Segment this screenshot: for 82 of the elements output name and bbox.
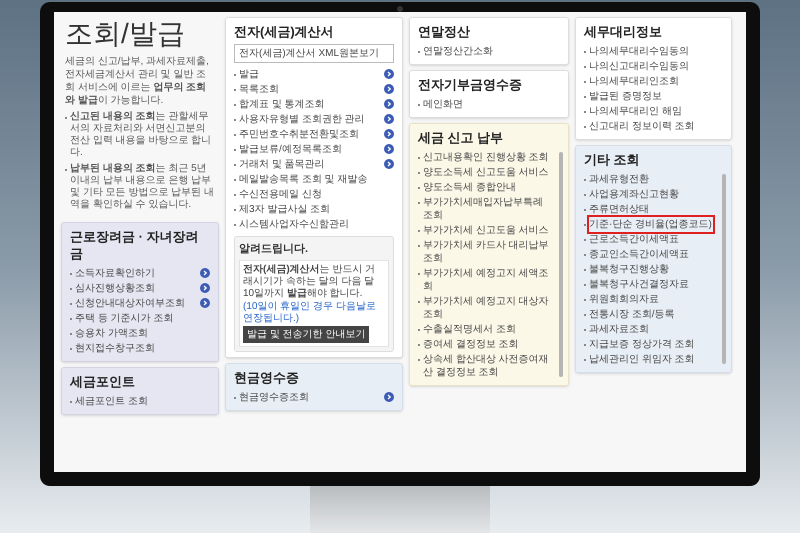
menu-link[interactable]: 현금영수증조회 [239, 390, 381, 404]
menu-link[interactable]: 위원회회의자료 [589, 292, 713, 307]
menu-link[interactable]: 수신전용메일 신청 [239, 187, 394, 202]
menu-link[interactable]: 종교인소득간이세액표 [589, 247, 713, 262]
menu-link[interactable]: 과세자료조회 [589, 322, 713, 337]
menu-link[interactable]: 제3자 발급사실 조회 [239, 202, 394, 217]
menu-link[interactable]: 소득자료확인하기 [75, 266, 197, 281]
menu-link[interactable]: 심사진행상황조회 [75, 281, 197, 296]
menu-link[interactable]: 신청안내대상자여부조회 [75, 296, 197, 311]
menu-link[interactable]: 과세유형전환 [589, 172, 713, 187]
menu-link[interactable]: 양도소득세 신고도움 서비스 [423, 165, 550, 180]
menu-link[interactable]: 기준·단순 경비율(업종코드) [589, 217, 713, 232]
card-title: 전자(세금)계산서 [234, 23, 335, 40]
menu-link[interactable]: 발급보류/예정목록조회 [239, 142, 381, 157]
notice-text: 전자(세금)계산서는 반드시 거래시기가 속하는 달의 다음 달 10일까지 발급해야 합니다. [243, 264, 376, 300]
menu-link[interactable]: 수출실적명세서 조회 [423, 322, 550, 337]
arrow-circle-icon[interactable] [384, 144, 394, 154]
card-title: 연말정산 [418, 23, 471, 40]
card-title: 근로장려금 · 자녀장려금 [70, 228, 200, 262]
menu-link[interactable]: 양도소득세 종합안내 [423, 180, 550, 195]
arrow-circle-icon[interactable] [384, 159, 394, 169]
menu-link[interactable]: 신고대리 정보이력 조회 [589, 119, 723, 134]
card-title: 세금포인트 [70, 373, 136, 390]
arrow-circle-icon[interactable] [384, 99, 394, 109]
menu-link[interactable]: 메일발송목록 조회 및 재발송 [239, 172, 394, 187]
arrow-circle-icon[interactable] [384, 69, 394, 79]
menu-link[interactable]: 시스템사업자수신함관리 [239, 217, 394, 232]
note-text: 신고된 내용의 조회는 관할세무서의 자료처리와 서면신고분의 전산 입력 내용을 바탕으로 합니다. [70, 111, 212, 159]
arrow-circle-icon[interactable] [384, 84, 394, 94]
card-title: 전자기부금영수증 [418, 76, 523, 93]
menu-link[interactable]: 부가가치세매입자납부특례조회 [423, 195, 550, 223]
menu-link[interactable]: 사업용계좌신고현황 [589, 187, 713, 202]
menu-link[interactable]: 거래처 및 품목관리 [239, 157, 381, 172]
arrow-circle-icon[interactable] [384, 129, 394, 139]
xml-view-button[interactable]: 전자(세금)계산서 XML원본보기 [234, 44, 394, 63]
menu-link[interactable]: 주류면허상태 [589, 202, 713, 217]
menu-link[interactable]: 메인화면 [423, 97, 560, 112]
arrow-circle-icon[interactable] [200, 268, 210, 278]
menu-link[interactable]: 납세관리인 위임자 조회 [589, 352, 713, 367]
menu-link[interactable]: 발급 [239, 67, 381, 82]
card-title: 현금영수증 [234, 368, 300, 386]
menu-link[interactable]: 지급보증 정상가격 조회 [589, 337, 713, 352]
page-title: 조회/발급 [65, 17, 186, 51]
menu-link[interactable]: 부가가치세 예정고지 세액조회 [423, 266, 550, 294]
menu-link[interactable]: 나의세무대리인 해임 [589, 104, 723, 119]
menu-link[interactable]: 목록조회 [239, 82, 381, 97]
menu-link[interactable]: 부가가치세 신고도움 서비스 [423, 223, 550, 238]
menu-link[interactable]: 승용차 가액조회 [75, 326, 210, 341]
notice-title: 알려드립니다. [239, 242, 310, 257]
menu-link[interactable]: 나의세무대리인조회 [589, 74, 723, 89]
menu-link[interactable]: 현지접수창구조회 [75, 341, 210, 356]
scrollbar[interactable] [559, 152, 563, 377]
menu-link[interactable]: 상속세 합산대상 사전증여재산 결정정보 조회 [423, 352, 550, 380]
menu-link[interactable]: 나의신고대리수임동의 [589, 59, 723, 74]
menu-link[interactable]: 근로소득간이세액표 [589, 232, 713, 247]
menu-link[interactable]: 사용자유형별 조회권한 관리 [239, 112, 381, 127]
arrow-circle-icon[interactable] [200, 283, 210, 293]
menu-link[interactable]: 발급된 증명정보 [589, 89, 723, 104]
menu-link[interactable]: 주택 등 기준시가 조회 [75, 311, 210, 326]
card-title: 세금 신고 납부 [418, 129, 504, 146]
menu-link[interactable]: 신고내용확인 진행상황 조회 [423, 150, 550, 165]
menu-link[interactable]: 합계표 및 통계조회 [239, 97, 381, 112]
card-title: 세무대리정보 [584, 23, 663, 40]
notice-footnote: (10일이 휴일인 경우 다음날로 연장됩니다.) [243, 300, 377, 324]
menu-link[interactable]: 세금포인트 조회 [75, 394, 210, 409]
scrollbar[interactable] [722, 174, 726, 364]
menu-link[interactable]: 주민번호수취분전환및조회 [239, 127, 381, 142]
menu-link[interactable]: 증여세 결정정보 조회 [423, 337, 550, 352]
arrow-circle-icon[interactable] [200, 298, 210, 308]
menu-link[interactable]: 부가가치세 카드사 대리납부 조회 [423, 238, 550, 266]
arrow-circle-icon[interactable] [384, 114, 394, 124]
menu-link[interactable]: 부가가치세 예정고지 대상자 조회 [423, 294, 550, 322]
menu-link[interactable]: 전통시장 조회/등록 [589, 307, 713, 322]
intro-text: 세금의 신고/납부, 과세자료제출, 전자세금계산서 관리 및 일반 조회 서비스에 이르는 업무의 조회와 발급이 가능합니다. [65, 55, 210, 107]
arrow-circle-icon[interactable] [384, 392, 394, 402]
card-title: 기타 조회 [584, 151, 641, 168]
menu-link[interactable]: 불복청구사건결정자료 [589, 277, 713, 292]
menu-link[interactable]: 연말정산간소화 [423, 44, 560, 59]
menu-link[interactable]: 불복청구진행상황 [589, 262, 713, 277]
guide-button[interactable]: 발급 및 전송기한 안내보기 [243, 326, 370, 342]
menu-link[interactable]: 나의세무대리수임동의 [589, 44, 723, 59]
note-text: 납부된 내용의 조회는 최근 5년 이내의 납부 내용으로 은행 납부 및 기타 모든 방법으로 납부된 내역을 확인하실 수 있습니다. [70, 163, 215, 211]
